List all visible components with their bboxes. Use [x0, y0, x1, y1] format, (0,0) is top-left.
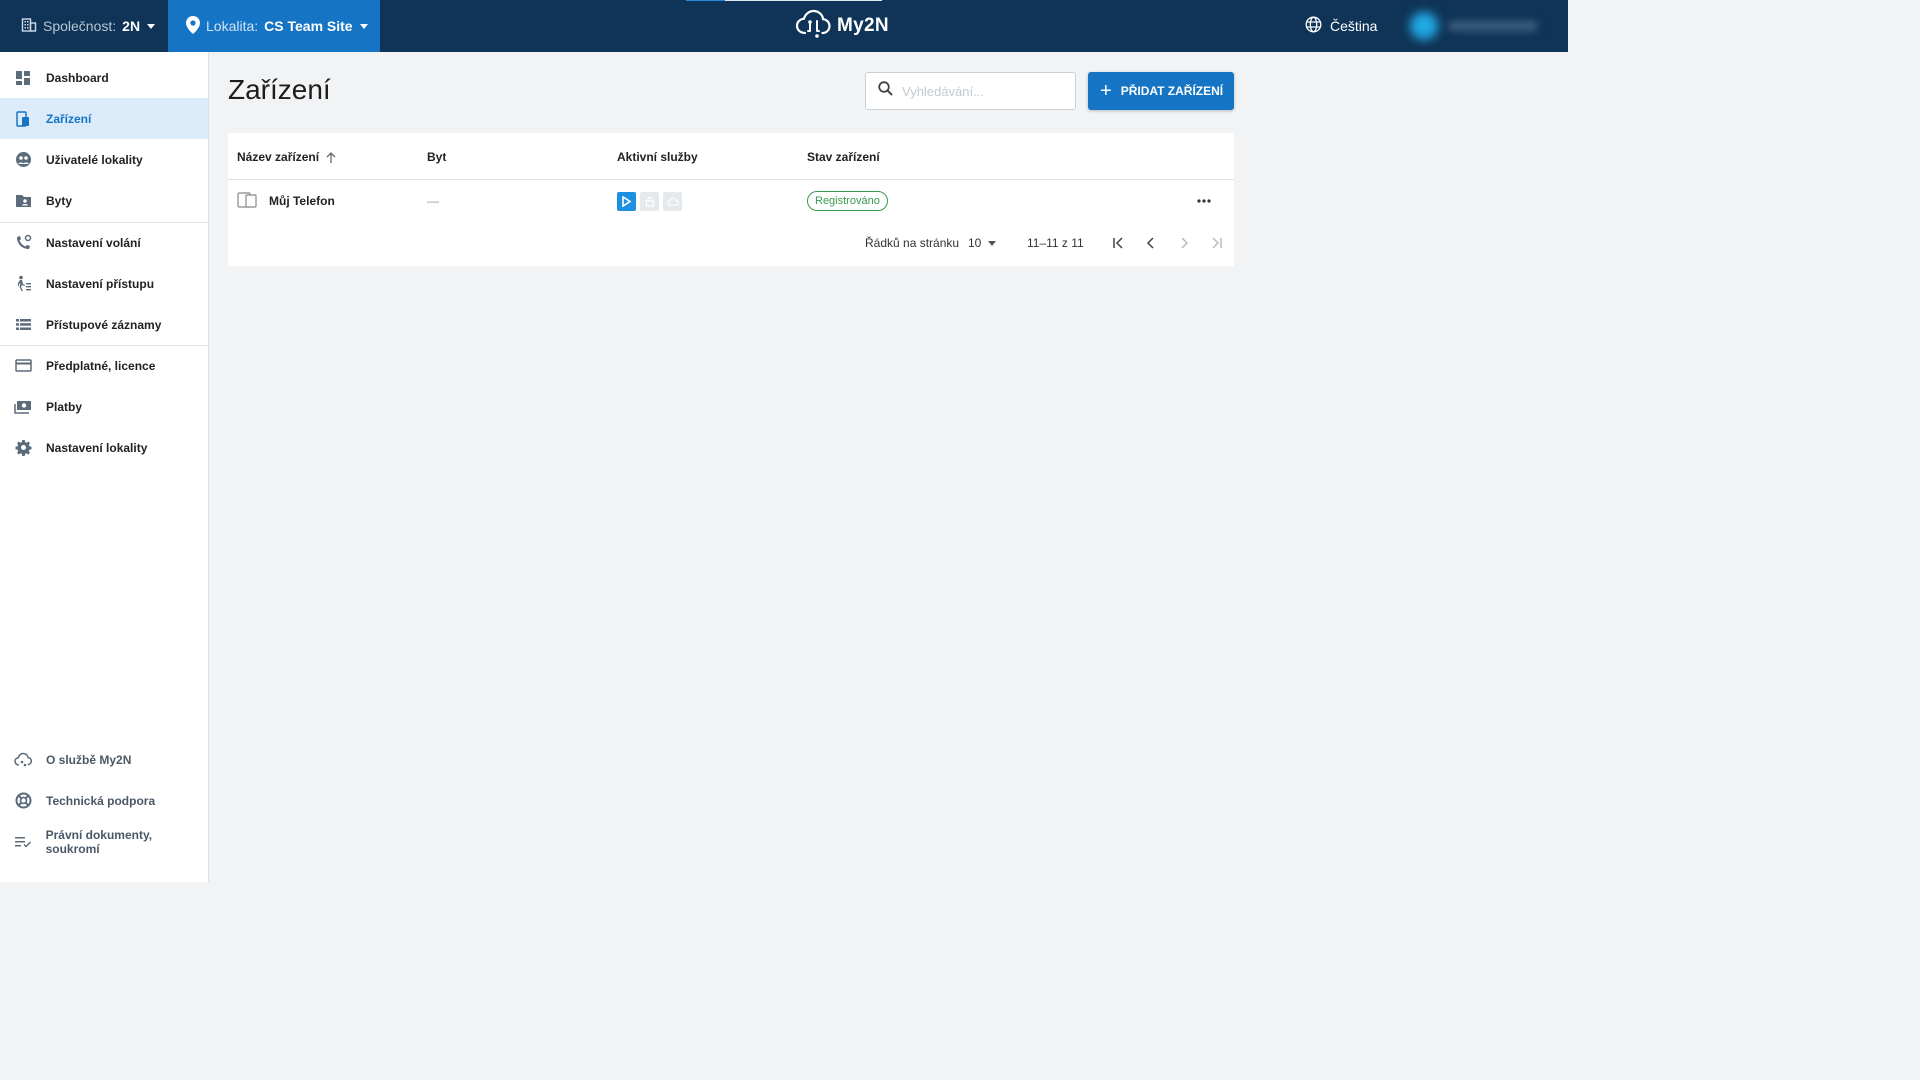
cloud-logo-icon: [795, 9, 833, 44]
sidebar-item-about[interactable]: O službě My2N: [0, 739, 208, 780]
sidebar-item-access-log[interactable]: Přístupové záznamy: [0, 304, 208, 345]
company-value: 2N: [122, 18, 141, 34]
apartment-cell: —: [427, 194, 439, 208]
sidebar-item-payments[interactable]: Platby: [0, 386, 208, 427]
search-icon: [878, 81, 893, 101]
sidebar-item-label: Nastavení volání: [46, 235, 141, 250]
service-lock-icon: [640, 191, 659, 211]
location-selector[interactable]: Lokalita: CS Team Site: [168, 0, 380, 52]
building-icon: [21, 17, 37, 36]
language-selector[interactable]: Čeština: [1305, 0, 1377, 52]
sidebar-item-dashboard[interactable]: Dashboard: [0, 57, 208, 98]
top-bar: Společnost: 2N Lokalita: CS Team Site My…: [0, 0, 1568, 52]
dashboard-icon: [0, 70, 46, 86]
service-call-icon: [617, 191, 636, 211]
users-icon: [0, 151, 46, 168]
add-device-label: PŘIDAT ZAŘÍZENÍ: [1120, 84, 1224, 98]
last-page-button[interactable]: [1206, 233, 1226, 253]
payments-icon: [0, 400, 46, 414]
rows-per-page-label: Řádků na stránku: [865, 236, 960, 250]
sidebar-item-legal[interactable]: Právní dokumenty, soukromí: [0, 821, 208, 862]
chevron-down-icon: [147, 23, 156, 29]
page-title: Zařízení: [228, 74, 331, 105]
plus-icon: +: [1100, 80, 1112, 102]
sidebar-item-label: Technická podpora: [46, 793, 156, 808]
avatar: [1410, 12, 1438, 40]
language-label: Čeština: [1330, 18, 1378, 34]
cloud-icon: [0, 752, 46, 767]
column-header-status[interactable]: Stav zařízení: [807, 150, 880, 164]
sidebar-item-subscription[interactable]: Předplatné, licence: [0, 345, 208, 386]
more-actions-icon[interactable]: [1196, 193, 1212, 214]
user-name-redacted: [1448, 21, 1538, 31]
loading-indicator: [686, 0, 882, 1]
services-cell: [617, 180, 686, 222]
globe-icon: [1305, 16, 1322, 36]
devices-icon: [0, 110, 46, 127]
sidebar-item-label: O službě My2N: [46, 752, 132, 767]
service-cloud-icon: [663, 191, 682, 211]
location-label: Lokalita:: [206, 18, 259, 34]
rows-per-page-select[interactable]: 10: [968, 231, 997, 255]
credit-card-icon: [0, 359, 46, 372]
checklist-icon: [0, 835, 46, 848]
location-value: CS Team Site: [264, 18, 353, 34]
device-name: Můj Telefon: [269, 194, 335, 208]
sidebar-item-support[interactable]: Technická podpora: [0, 780, 208, 821]
sidebar-item-devices[interactable]: Zařízení: [0, 98, 208, 139]
access-icon: [0, 275, 46, 292]
sidebar-item-label: Dashboard: [46, 70, 109, 85]
sidebar-item-label: Platby: [46, 399, 83, 414]
phone-device-icon: [237, 191, 257, 211]
sidebar-item-label: Uživatelé lokality: [46, 152, 143, 167]
search-input[interactable]: [902, 83, 1062, 99]
sidebar-item-label: Nastavení lokality: [46, 440, 148, 455]
sidebar-item-label: Zařízení: [46, 111, 92, 126]
user-menu[interactable]: [1400, 8, 1550, 44]
map-pin-icon: [186, 15, 200, 37]
add-device-button[interactable]: + PŘIDAT ZAŘÍZENÍ: [1088, 72, 1234, 110]
sidebar-item-label: Právní dokumenty, soukromí: [45, 827, 153, 856]
sidebar-item-label: Přístupové záznamy: [46, 317, 162, 332]
gear-icon: [0, 439, 46, 456]
phone-settings-icon: [0, 234, 46, 251]
sidebar-item-label: Byty: [46, 193, 73, 208]
status-badge: Registrováno: [807, 191, 888, 211]
lifebuoy-icon: [0, 792, 46, 809]
chevron-down-icon: [359, 23, 368, 29]
sidebar: Dashboard Zařízení Uživatelé lokality By…: [0, 52, 209, 882]
sidebar-item-apartments[interactable]: Byty: [0, 180, 208, 221]
status-cell: Registrováno: [807, 180, 888, 222]
column-header-apartment[interactable]: Byt: [427, 150, 446, 164]
sidebar-item-site-users[interactable]: Uživatelé lokality: [0, 139, 208, 180]
table-row[interactable]: Můj Telefon — Registrováno: [228, 180, 1234, 222]
search-box[interactable]: [865, 72, 1076, 110]
apartments-icon: [0, 193, 46, 208]
sidebar-item-access-settings[interactable]: Nastavení přístupu: [0, 263, 208, 304]
first-page-button[interactable]: [1109, 233, 1129, 253]
company-selector[interactable]: Společnost: 2N: [0, 0, 168, 52]
sidebar-item-label: Předplatné, licence: [46, 358, 156, 373]
chevron-down-icon: [988, 240, 997, 246]
arrow-up-icon: [326, 151, 336, 163]
access-log-icon: [0, 318, 46, 331]
device-name-cell: Můj Telefon: [237, 180, 335, 222]
column-header-services[interactable]: Aktivní služby: [617, 150, 698, 164]
devices-table: Název zařízení Byt Aktivní služby Stav z…: [228, 133, 1234, 266]
sidebar-item-label: Nastavení přístupu: [46, 276, 155, 291]
previous-page-button[interactable]: [1141, 233, 1161, 253]
sidebar-item-site-settings[interactable]: Nastavení lokality: [0, 427, 208, 468]
column-header-name[interactable]: Název zařízení: [237, 150, 336, 164]
brand-logo[interactable]: My2N: [795, 9, 889, 44]
next-page-button[interactable]: [1174, 233, 1194, 253]
company-label: Společnost:: [43, 18, 117, 34]
sidebar-item-call-settings[interactable]: Nastavení volání: [0, 222, 208, 263]
brand-name: My2N: [837, 15, 889, 36]
pagination-range: 11–11 z 11: [1027, 236, 1084, 250]
